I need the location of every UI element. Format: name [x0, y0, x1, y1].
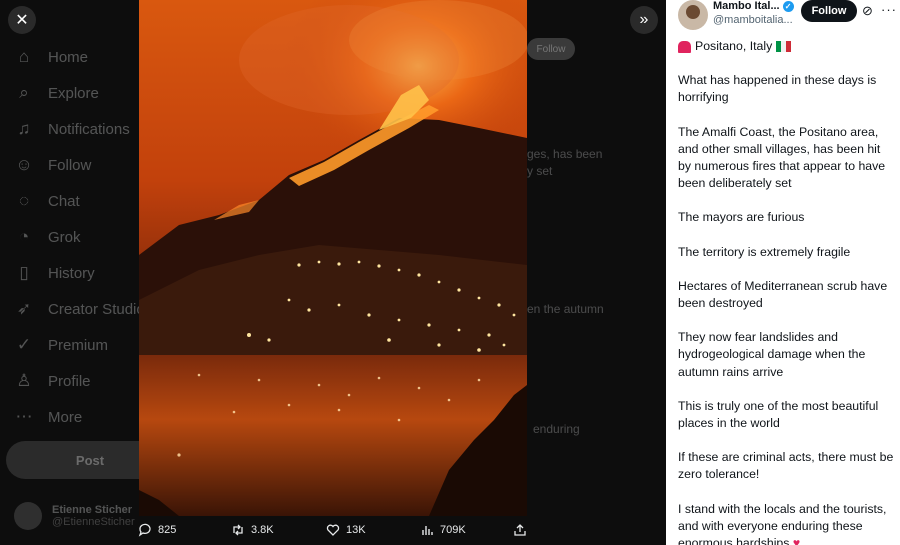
post-action-bar: 825 3.8K 13K 709K: [130, 516, 535, 545]
post-paragraph: This is truly one of the most beautiful …: [678, 398, 879, 431]
post-paragraph: The Amalfi Coast, the Positano area, and…: [678, 124, 886, 191]
post-paragraph: The mayors are furious: [678, 210, 805, 225]
location-text: Positano, Italy: [695, 39, 773, 53]
post-button-label: Post: [75, 452, 105, 468]
post-photo[interactable]: [139, 0, 527, 516]
expand-panel-button[interactable]: »: [630, 6, 658, 34]
post-paragraph: If these are criminal acts, there must b…: [678, 450, 894, 482]
post-header: Mambo Ital... ✓ @mamboitalia... Follow ⊘…: [666, 0, 900, 30]
repost-count: 3.8K: [251, 524, 274, 536]
sidebar-item-label: Home: [48, 48, 89, 66]
sidebar-item-chat[interactable]: ◌ Chat: [14, 183, 80, 219]
sidebar-item-history[interactable]: ▯ History: [14, 255, 95, 291]
reply-count: 825: [158, 524, 177, 536]
sidebar-item-premium[interactable]: ✓ Premium: [14, 327, 108, 363]
search-icon: ⌕: [19, 83, 29, 102]
avatar[interactable]: [678, 0, 708, 30]
account-switcher[interactable]: Etienne Sticher @EtienneSticher: [14, 502, 135, 530]
grok-icon[interactable]: ⊘: [862, 3, 873, 19]
sidebar-item-profile[interactable]: ♙ Profile: [14, 363, 91, 399]
sidebar-item-label: Follow: [48, 156, 92, 174]
repost-button[interactable]: 3.8K: [231, 523, 274, 537]
sidebar-item-label: Explore: [48, 84, 99, 102]
close-button[interactable]: ✕: [8, 6, 36, 34]
view-count: 709K: [440, 524, 466, 536]
close-icon: ✕: [15, 12, 29, 29]
sidebar-item-label: Grok: [48, 228, 81, 246]
grok-icon: ◔: [18, 227, 30, 246]
account-handle: @EtienneSticher: [52, 516, 135, 528]
sidebar-item-label: Creator Studio: [48, 300, 145, 318]
share-icon: [513, 523, 527, 537]
account-name: Etienne Sticher: [52, 504, 133, 516]
wildfire-photo: [139, 0, 527, 516]
sidebar-item-label: More: [48, 408, 83, 426]
chat-icon: ◌: [18, 191, 30, 210]
sidebar-item-grok[interactable]: ◔ Grok: [14, 219, 81, 255]
reply-button[interactable]: 825: [138, 523, 176, 537]
siren-emoji-icon: [678, 40, 691, 53]
person-icon: ♙: [16, 371, 32, 390]
follow-button[interactable]: Follow: [801, 0, 857, 22]
sidebar-item-label: Premium: [48, 336, 109, 354]
avatar: [14, 502, 42, 530]
like-button[interactable]: 13K: [326, 523, 366, 537]
like-count: 13K: [346, 524, 366, 536]
views-button[interactable]: 709K: [420, 523, 466, 537]
sidebar-item-label: Chat: [48, 192, 80, 210]
verified-icon: ✓: [16, 335, 32, 354]
more-options-icon[interactable]: ···: [881, 2, 897, 17]
background-post-text: en the autumn: [527, 302, 604, 316]
rocket-icon: ➶: [16, 299, 32, 318]
location-line: Positano, Italy: [678, 38, 896, 55]
sidebar-item-notifications[interactable]: ♫ Notifications: [14, 111, 130, 147]
add-user-icon: ☺: [15, 155, 33, 174]
author-handle[interactable]: @mamboitalia...: [713, 14, 793, 26]
background-post-text: ges, has been: [527, 147, 603, 161]
background-post-text: y set: [527, 164, 553, 178]
sidebar-item-label: Profile: [48, 372, 91, 390]
home-icon: ⌂: [18, 47, 30, 66]
sidebar-item-home[interactable]: ⌂ Home: [14, 39, 88, 75]
italy-flag-icon: [776, 41, 792, 53]
reply-icon: [138, 523, 152, 537]
background-follow-button: Follow: [527, 38, 575, 60]
sidebar-item-explore[interactable]: ⌕ Explore: [14, 75, 99, 111]
post-text: Positano, Italy What has happened in the…: [678, 38, 896, 545]
background-post-text: enduring: [533, 422, 580, 436]
repost-icon: [231, 523, 245, 537]
post-paragraph: What has happened in these days is horri…: [678, 73, 877, 105]
broken-heart-icon: ♥: [792, 536, 801, 545]
post-paragraph: Hectares of Mediterranean scrub have bee…: [678, 278, 888, 311]
analytics-icon: [420, 523, 434, 537]
sidebar-item-label: History: [48, 264, 95, 282]
heart-icon: [326, 523, 340, 537]
bookmark-icon: ▯: [19, 263, 29, 282]
verified-badge-icon: ✓: [782, 0, 794, 12]
author-name-row[interactable]: Mambo Ital... ✓: [713, 0, 794, 12]
chevron-double-right-icon: »: [639, 11, 649, 28]
sidebar-item-creator-studio[interactable]: ➶ Creator Studio: [14, 291, 145, 327]
sidebar-item-follow[interactable]: ☺ Follow: [14, 147, 91, 183]
sidebar-item-more[interactable]: ⋯ More: [14, 399, 83, 435]
post-paragraph-last: I stand with the locals and the tourists…: [678, 501, 896, 545]
sidebar-item-label: Notifications: [48, 120, 130, 138]
more-circle-icon: ⋯: [15, 407, 33, 426]
post-paragraph-text: I stand with the locals and the tourists…: [678, 501, 887, 545]
share-button[interactable]: [513, 523, 527, 537]
post-paragraph: The territory is extremely fragile: [678, 244, 851, 259]
author-name: Mambo Ital...: [713, 0, 780, 12]
post-detail-panel: Mambo Ital... ✓ @mamboitalia... Follow ⊘…: [666, 0, 900, 545]
post-paragraph: They now fear landslides and hydrogeolog…: [678, 330, 866, 379]
bell-icon: ♫: [17, 119, 31, 138]
